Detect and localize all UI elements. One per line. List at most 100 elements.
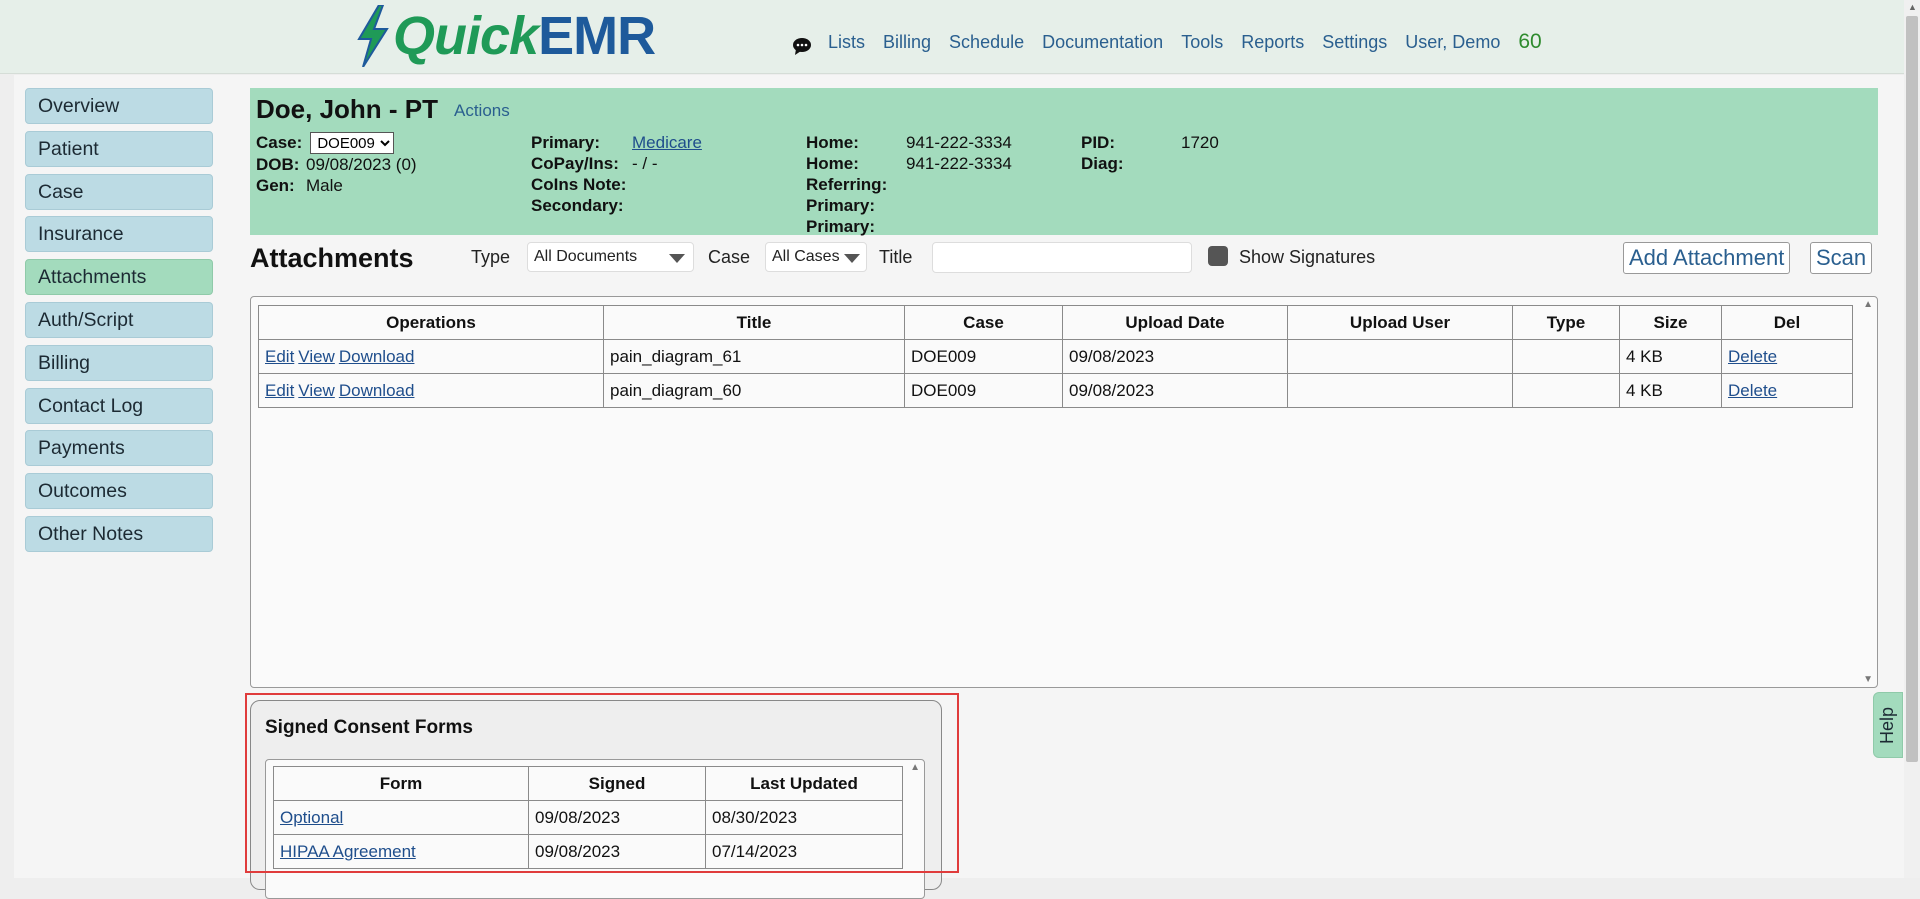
signed-cell: 09/08/2023 [528, 834, 706, 869]
type-cell [1512, 373, 1620, 408]
col-type: Type [1512, 305, 1620, 340]
operations-cell: Edit View Download [258, 339, 604, 374]
title-filter-input[interactable] [932, 242, 1192, 273]
view-link[interactable]: View [298, 347, 335, 366]
sidebar-item-other-notes[interactable]: Other Notes [25, 515, 213, 552]
type-filter-select[interactable]: All Documents [527, 242, 694, 272]
primary-ins-label: Primary: [531, 133, 600, 152]
type-cell [1512, 339, 1620, 374]
type-filter-label: Type [471, 247, 511, 267]
size-cell: 4 KB [1619, 339, 1722, 374]
upload-user-cell [1287, 339, 1513, 374]
nav-documentation[interactable]: Documentation [1042, 32, 1163, 53]
help-tab[interactable]: Help [1873, 692, 1903, 758]
nav-tools[interactable]: Tools [1181, 32, 1223, 53]
scroll-up-icon[interactable]: ▲ [1908, 2, 1917, 12]
col-signed: Signed [528, 766, 706, 801]
top-bar: QuickEMR Lists Billing Schedule Document… [0, 0, 1904, 74]
sidebar-item-payments[interactable]: Payments [25, 430, 213, 467]
del-cell: Delete [1721, 373, 1853, 408]
table-row: Edit View Download pain_diagram_61 DOE009 … [258, 339, 1853, 374]
nav-user[interactable]: User, Demo [1405, 32, 1500, 53]
diag-label: Diag: [1081, 154, 1124, 173]
nav-settings[interactable]: Settings [1322, 32, 1387, 53]
sidebar-item-attachments[interactable]: Attachments [25, 259, 213, 296]
chat-icon[interactable] [792, 36, 812, 56]
attachments-panel[interactable]: ▲ Operations Title Case Upload Date Uplo… [250, 296, 1878, 688]
last-updated-cell: 07/14/2023 [705, 834, 903, 869]
type-filter-value: All Documents [534, 248, 638, 265]
sidebar-item-case[interactable]: Case [25, 173, 213, 210]
nav-lists[interactable]: Lists [828, 32, 865, 53]
delete-link[interactable]: Delete [1728, 347, 1777, 366]
add-attachment-button[interactable]: Add Attachment [1623, 242, 1791, 274]
nav-schedule[interactable]: Schedule [949, 32, 1024, 53]
delete-link[interactable]: Delete [1728, 381, 1777, 400]
sidebar-item-billing[interactable]: Billing [25, 344, 213, 381]
col-size: Size [1619, 305, 1722, 340]
attachments-table: Operations Title Case Upload Date Upload… [258, 305, 1853, 408]
download-link[interactable]: Download [339, 347, 415, 366]
scroll-up-icon[interactable]: ▲ [1863, 299, 1873, 310]
col-operations: Operations [258, 305, 604, 340]
primary-ins-link[interactable]: Medicare [632, 132, 702, 153]
consent-forms-scroll-area[interactable]: ▲ Form Signed Last Updated Optional 09/0… [265, 759, 925, 899]
patient-info-col-2: Primary: Medicare CoPay/Ins: - / - CoIns N… [531, 132, 702, 216]
title-cell: pain_diagram_60 [603, 373, 905, 408]
home-phone-label: Home: [806, 133, 859, 152]
case-filter-label: Case [708, 247, 751, 267]
help-label: Help [1877, 706, 1898, 744]
form-link-hipaa[interactable]: HIPAA Agreement [280, 842, 416, 861]
signed-cell: 09/08/2023 [528, 800, 706, 835]
actions-link[interactable]: Actions [454, 101, 510, 121]
sidebar-item-insurance[interactable]: Insurance [25, 216, 213, 253]
page-scrollbar-thumb[interactable] [1906, 16, 1918, 762]
patient-info-col-1: Case: DOE009 DOB: 09/08/2023 (0) Gen: Male [256, 132, 417, 196]
gender-value: Male [306, 176, 343, 195]
sidebar-item-contact-log[interactable]: Contact Log [25, 387, 213, 424]
sidebar-item-overview[interactable]: Overview [25, 88, 213, 124]
col-upload-date: Upload Date [1062, 305, 1288, 340]
col-form: Form [273, 766, 529, 801]
session-counter: 60 [1518, 30, 1542, 53]
form-cell: HIPAA Agreement [273, 834, 529, 869]
nav-reports[interactable]: Reports [1241, 32, 1304, 53]
sidebar-item-patient[interactable]: Patient [25, 130, 213, 167]
case-cell: DOE009 [904, 339, 1063, 374]
patient-header: Doe, John - PT Actions Case: DOE009 DOB:… [250, 88, 1878, 236]
case-filter-select[interactable]: All Cases [765, 242, 867, 272]
gender-label: Gen: [256, 176, 295, 195]
nav-billing[interactable]: Billing [883, 32, 931, 53]
case-select[interactable]: DOE009 [310, 132, 395, 154]
home-phone-2-value: 941-222-3334 [906, 154, 1012, 173]
col-title: Title [603, 305, 905, 340]
table-row: HIPAA Agreement 09/08/2023 07/14/2023 [273, 834, 903, 869]
scroll-up-icon[interactable]: ▲ [910, 762, 920, 773]
table-row: Edit View Download pain_diagram_60 DOE009 … [258, 373, 1853, 408]
show-signatures-checkbox[interactable] [1208, 246, 1228, 266]
quickemr-logo[interactable]: QuickEMR [355, 4, 656, 68]
show-signatures-label: Show Signatures [1239, 247, 1376, 267]
lightning-bolt-icon [357, 5, 389, 67]
coins-note-label: CoIns Note: [531, 175, 627, 194]
upload-date-cell: 09/08/2023 [1062, 373, 1288, 408]
edit-link[interactable]: Edit [265, 347, 294, 366]
col-last-updated: Last Updated [705, 766, 903, 801]
scroll-down-icon[interactable]: ▼ [1863, 674, 1873, 685]
sidebar: Overview Patient Case Insurance Attachme… [25, 88, 213, 559]
patient-name: Doe, John - PT [256, 94, 438, 124]
download-link[interactable]: Download [339, 381, 415, 400]
view-link[interactable]: View [298, 381, 335, 400]
scan-button[interactable]: Scan [1810, 242, 1873, 274]
edit-link[interactable]: Edit [265, 381, 294, 400]
form-cell: Optional [273, 800, 529, 835]
sidebar-item-auth-script[interactable]: Auth/Script [25, 301, 213, 338]
primary-physician-label: Primary: [806, 196, 875, 215]
case-label: Case: [256, 133, 303, 152]
case-filter-value: All Cases [772, 248, 840, 265]
sidebar-item-outcomes[interactable]: Outcomes [25, 473, 213, 510]
size-cell: 4 KB [1619, 373, 1722, 408]
copay-label: CoPay/Ins: [531, 154, 619, 173]
form-link-optional[interactable]: Optional [280, 808, 343, 827]
secondary-ins-label: Secondary: [531, 196, 624, 215]
